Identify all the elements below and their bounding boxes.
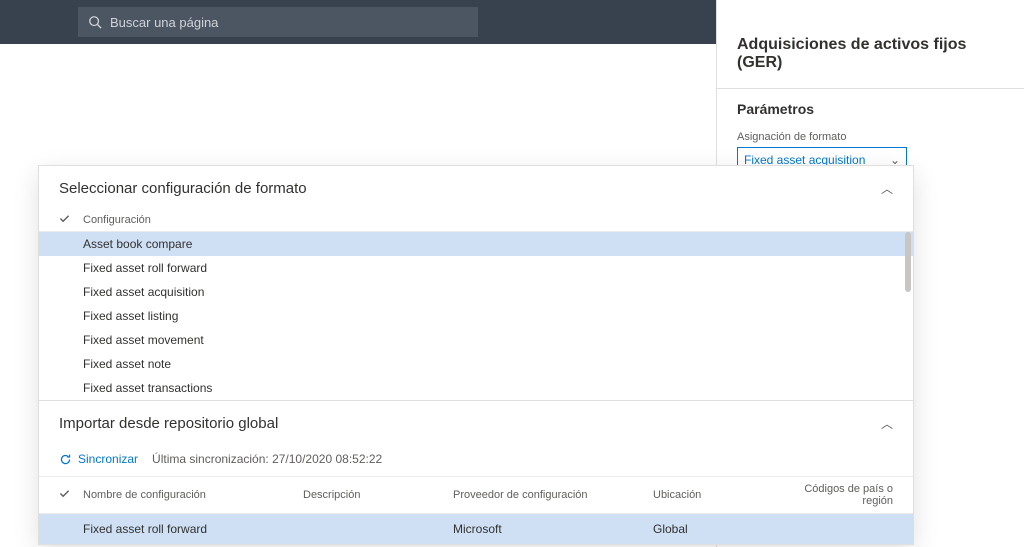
config-row[interactable]: Fixed asset movement	[39, 328, 913, 352]
config-row-name: Asset book compare	[83, 237, 192, 251]
config-row[interactable]: Asset book compare	[39, 232, 913, 256]
config-column-header: Configuración	[83, 214, 151, 226]
config-row-name: Fixed asset acquisition	[83, 285, 204, 299]
search-icon	[88, 15, 102, 29]
config-list: Asset book compare Fixed asset roll forwa…	[39, 232, 913, 400]
import-section-header[interactable]: Importar desde repositorio global ︿	[39, 401, 913, 444]
config-list-header: Configuración	[39, 209, 913, 232]
col-ubic-header: Ubicación	[653, 489, 783, 501]
sync-label: Sincronizar	[78, 452, 138, 466]
config-row-name: Fixed asset movement	[83, 333, 204, 347]
sync-button[interactable]: Sincronizar	[59, 452, 138, 466]
format-section-header[interactable]: Seleccionar configuración de formato ︿	[39, 166, 913, 209]
col-cod-header: Códigos de país o región	[783, 483, 893, 507]
import-row-ubic: Global	[653, 522, 783, 536]
col-desc-header: Descripción	[303, 489, 453, 501]
import-section-title: Importar desde repositorio global	[59, 415, 278, 432]
scrollbar-thumb[interactable]	[905, 232, 911, 292]
import-section: Importar desde repositorio global ︿ Sinc…	[39, 401, 913, 544]
format-section-title: Seleccionar configuración de formato	[59, 180, 307, 197]
format-field-label: Asignación de formato	[737, 131, 1004, 143]
sync-bar: Sincronizar Última sincronización: 27/10…	[39, 444, 913, 477]
format-config-dialog: Seleccionar configuración de formato ︿ C…	[38, 165, 914, 545]
config-row[interactable]: Fixed asset listing	[39, 304, 913, 328]
config-row[interactable]: Fixed asset transactions	[39, 376, 913, 400]
chevron-up-icon: ︿	[881, 180, 893, 197]
right-panel-title: Adquisiciones de activos fijos (GER)	[717, 0, 1024, 89]
search-box[interactable]	[78, 7, 478, 37]
config-row[interactable]: Fixed asset note	[39, 352, 913, 376]
config-row[interactable]: Fixed asset acquisition	[39, 280, 913, 304]
search-input[interactable]	[110, 15, 468, 30]
config-row[interactable]: Fixed asset roll forward	[39, 256, 913, 280]
import-row-prov: Microsoft	[453, 522, 653, 536]
chevron-up-icon: ︿	[881, 415, 893, 432]
import-rows: Fixed asset roll forward MicrosoftGlobal	[39, 514, 913, 544]
import-row[interactable]: Fixed asset roll forward MicrosoftGlobal	[39, 514, 913, 544]
refresh-icon	[59, 453, 72, 466]
col-prov-header: Proveedor de configuración	[453, 489, 653, 501]
import-table-header: Nombre de configuración Descripción Prov…	[39, 477, 913, 514]
sync-info: Última sincronización: 27/10/2020 08:52:…	[152, 452, 382, 466]
col-name-header: Nombre de configuración	[83, 489, 303, 501]
checkmark-icon	[59, 488, 83, 502]
config-row-name: Fixed asset listing	[83, 309, 178, 323]
checkmark-icon	[59, 213, 83, 227]
config-row-name: Fixed asset transactions	[83, 381, 212, 395]
parameters-heading: Parámetros	[717, 89, 1024, 117]
format-section: Seleccionar configuración de formato ︿ C…	[39, 166, 913, 401]
config-row-name: Fixed asset roll forward	[83, 261, 207, 275]
import-row-name: Fixed asset roll forward	[83, 522, 303, 536]
config-row-name: Fixed asset note	[83, 357, 171, 371]
